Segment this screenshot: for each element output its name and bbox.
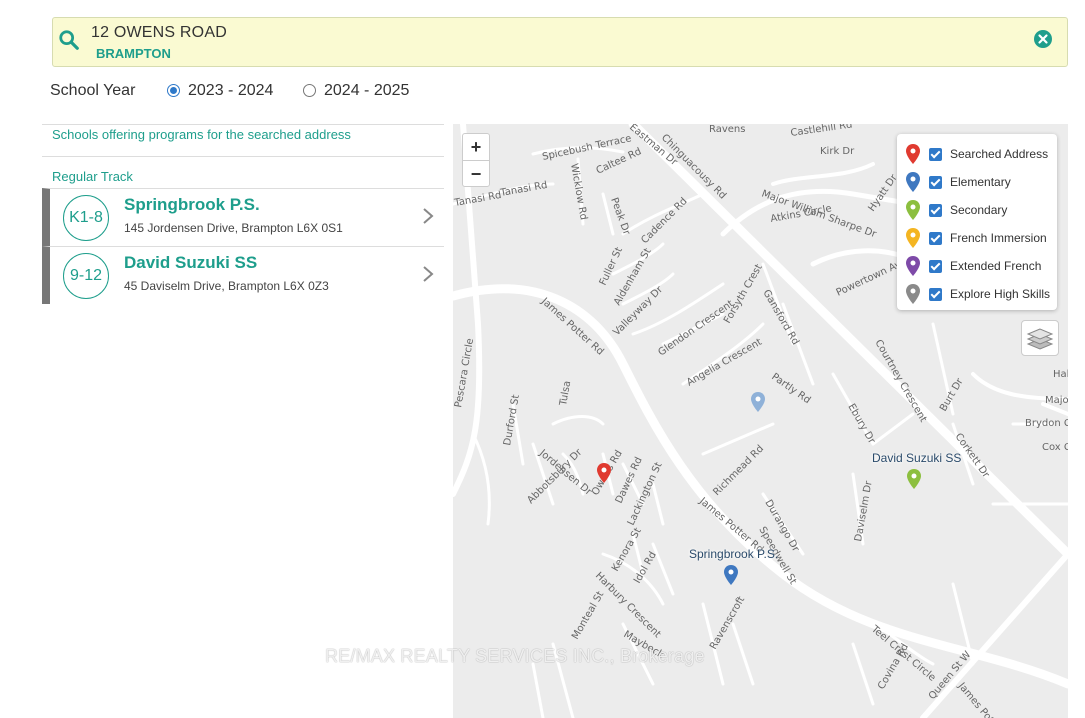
svg-text:Wicklow Rd: Wicklow Rd: [568, 163, 589, 221]
map-pin-icon: [906, 172, 920, 192]
svg-text:James Potter: James Potter: [955, 680, 1005, 718]
school-year-option-2024[interactable]: 2024 - 2025: [303, 80, 409, 100]
svg-text:Hal: Hal: [1053, 369, 1068, 380]
svg-text:Idol Rd: Idol Rd: [632, 550, 659, 586]
zoom-controls: + −: [462, 133, 490, 187]
svg-text:Glendon Crescent: Glendon Crescent: [656, 298, 735, 358]
search-address-street: 12 OWENS ROAD: [91, 24, 227, 41]
grade-range-badge: K1-8: [63, 195, 109, 241]
svg-text:Burt Dr: Burt Dr: [938, 376, 966, 414]
school-address: 145 Jordensen Drive, Brampton L6X 0S1: [124, 221, 343, 235]
legend-checkbox[interactable]: [929, 147, 942, 161]
svg-text:Pescara Circle: Pescara Circle: [453, 338, 476, 409]
legend-item-extended-french[interactable]: Extended French: [905, 252, 1057, 280]
legend-label: French Immersion: [950, 231, 1047, 245]
svg-text:Cadence Rd: Cadence Rd: [639, 196, 689, 246]
school-year-option-2023[interactable]: 2023 - 2024: [167, 80, 273, 100]
svg-text:Monteal St: Monteal St: [570, 590, 606, 642]
legend-item-secondary[interactable]: Secondary: [905, 196, 1057, 224]
svg-text:Gansford Rd: Gansford Rd: [760, 288, 800, 347]
legend-label: Secondary: [950, 203, 1008, 217]
brokerage-watermark: RE/MAX REALTY SERVICES INC., Brokerage: [325, 646, 705, 666]
school-name[interactable]: David Suzuki SS: [124, 253, 257, 273]
address-search-bar[interactable]: 12 OWENS ROAD BRAMPTON: [52, 17, 1068, 67]
legend-label: Extended French: [950, 259, 1042, 273]
elementary-marker-icon[interactable]: [750, 391, 766, 413]
map-layers-button[interactable]: [1021, 320, 1059, 356]
legend-label: Searched Address: [950, 147, 1049, 161]
svg-text:Courtney Crescent: Courtney Crescent: [872, 338, 928, 424]
legend-checkbox[interactable]: [929, 259, 942, 273]
grade-range-badge: 9-12: [63, 253, 109, 299]
svg-text:Peak Dr: Peak Dr: [608, 196, 632, 237]
svg-text:Kirk Dr: Kirk Dr: [820, 146, 855, 157]
secondary-marker-icon[interactable]: [906, 468, 922, 490]
svg-text:Ebury Dr: Ebury Dr: [845, 402, 877, 446]
svg-text:James Potter Rd: James Potter Rd: [538, 295, 605, 357]
svg-text:Cox Cr: Cox Cr: [1042, 442, 1068, 453]
clear-search-icon[interactable]: [1033, 29, 1053, 49]
svg-text:Kenora St: Kenora St: [610, 526, 644, 573]
school-year-option-label: 2024 - 2025: [324, 82, 410, 99]
svg-text:Forsyth Crest: Forsyth Crest: [722, 262, 765, 325]
svg-text:Hyatt Dr: Hyatt Dr: [866, 172, 900, 214]
svg-text:Tanasi Rd: Tanasi Rd: [499, 180, 549, 199]
school-map[interactable]: Ravens Castlehill Rd Kirk Dr Spicebush T…: [453, 124, 1068, 718]
track-title: Regular Track: [52, 169, 133, 184]
svg-text:Brydon Cre: Brydon Cre: [1025, 418, 1068, 429]
david-suzuki-map-label: David Suzuki SS: [872, 451, 962, 465]
elementary-marker-icon[interactable]: [723, 564, 739, 586]
offering-description: Schools offering programs for the search…: [52, 127, 351, 142]
search-address-city: BRAMPTON: [96, 46, 171, 61]
svg-text:Ravens: Ravens: [709, 124, 745, 135]
svg-text:Fuller St: Fuller St: [598, 246, 625, 288]
zoom-out-button[interactable]: −: [463, 161, 489, 188]
legend-item-french-immersion[interactable]: French Immersion: [905, 224, 1057, 252]
svg-text:Major: Major: [1045, 395, 1068, 406]
svg-text:Durford St: Durford St: [502, 394, 522, 447]
legend-checkbox[interactable]: [929, 175, 942, 189]
searched-address-marker-icon[interactable]: [596, 462, 612, 484]
svg-text:Castlehill Rd: Castlehill Rd: [790, 124, 853, 139]
schools-panel: Schools offering programs for the search…: [42, 124, 444, 304]
school-year-option-label: 2023 - 2024: [188, 82, 274, 99]
svg-text:Richmead Rd: Richmead Rd: [711, 443, 766, 498]
map-pin-icon: [906, 144, 920, 164]
legend-label: Elementary: [950, 175, 1011, 189]
school-address: 45 Daviselm Drive, Brampton L6X 0Z3: [124, 279, 329, 293]
svg-text:Partly Rd: Partly Rd: [769, 371, 812, 406]
map-pin-icon: [906, 228, 920, 248]
svg-text:Tanasi Rd: Tanasi Rd: [453, 190, 502, 209]
svg-text:Chinguacousy Rd: Chinguacousy Rd: [659, 132, 728, 201]
layers-icon: [1026, 328, 1054, 350]
zoom-in-button[interactable]: +: [463, 134, 489, 161]
svg-text:Daviselm Dr: Daviselm Dr: [853, 479, 875, 542]
search-icon[interactable]: [58, 29, 80, 51]
school-name[interactable]: Springbrook P.S.: [124, 195, 260, 215]
school-year-label: School Year: [50, 82, 136, 99]
chevron-right-icon[interactable]: [422, 207, 434, 225]
map-pin-icon: [906, 284, 920, 304]
map-legend: Searched Address Elementary Secondary Fr…: [897, 134, 1057, 310]
legend-checkbox[interactable]: [929, 203, 942, 217]
legend-checkbox[interactable]: [929, 287, 942, 301]
springbrook-map-label: Springbrook P.S.: [689, 547, 779, 561]
radio-button[interactable]: [303, 83, 316, 97]
svg-text:Caltee Rd: Caltee Rd: [595, 146, 644, 177]
map-pin-icon: [906, 256, 920, 276]
legend-label: Explore High Skills: [950, 287, 1051, 301]
legend-item-elementary[interactable]: Elementary: [905, 168, 1057, 196]
legend-item-searched-address[interactable]: Searched Address: [905, 140, 1057, 168]
legend-checkbox[interactable]: [929, 231, 942, 245]
svg-text:Angelia Crescent: Angelia Crescent: [685, 337, 764, 389]
school-row-david-suzuki[interactable]: 9-12 David Suzuki SS 45 Daviselm Drive, …: [42, 246, 444, 304]
school-row-springbrook[interactable]: K1-8 Springbrook P.S. 145 Jordensen Driv…: [42, 188, 444, 246]
map-pin-icon: [906, 200, 920, 220]
svg-text:Ravenscroft: Ravenscroft: [708, 595, 747, 652]
radio-button-selected[interactable]: [167, 83, 180, 97]
legend-item-explore-high-skills[interactable]: Explore High Skills: [905, 280, 1057, 308]
chevron-right-icon[interactable]: [422, 265, 434, 283]
svg-text:Tulsa: Tulsa: [558, 380, 573, 408]
